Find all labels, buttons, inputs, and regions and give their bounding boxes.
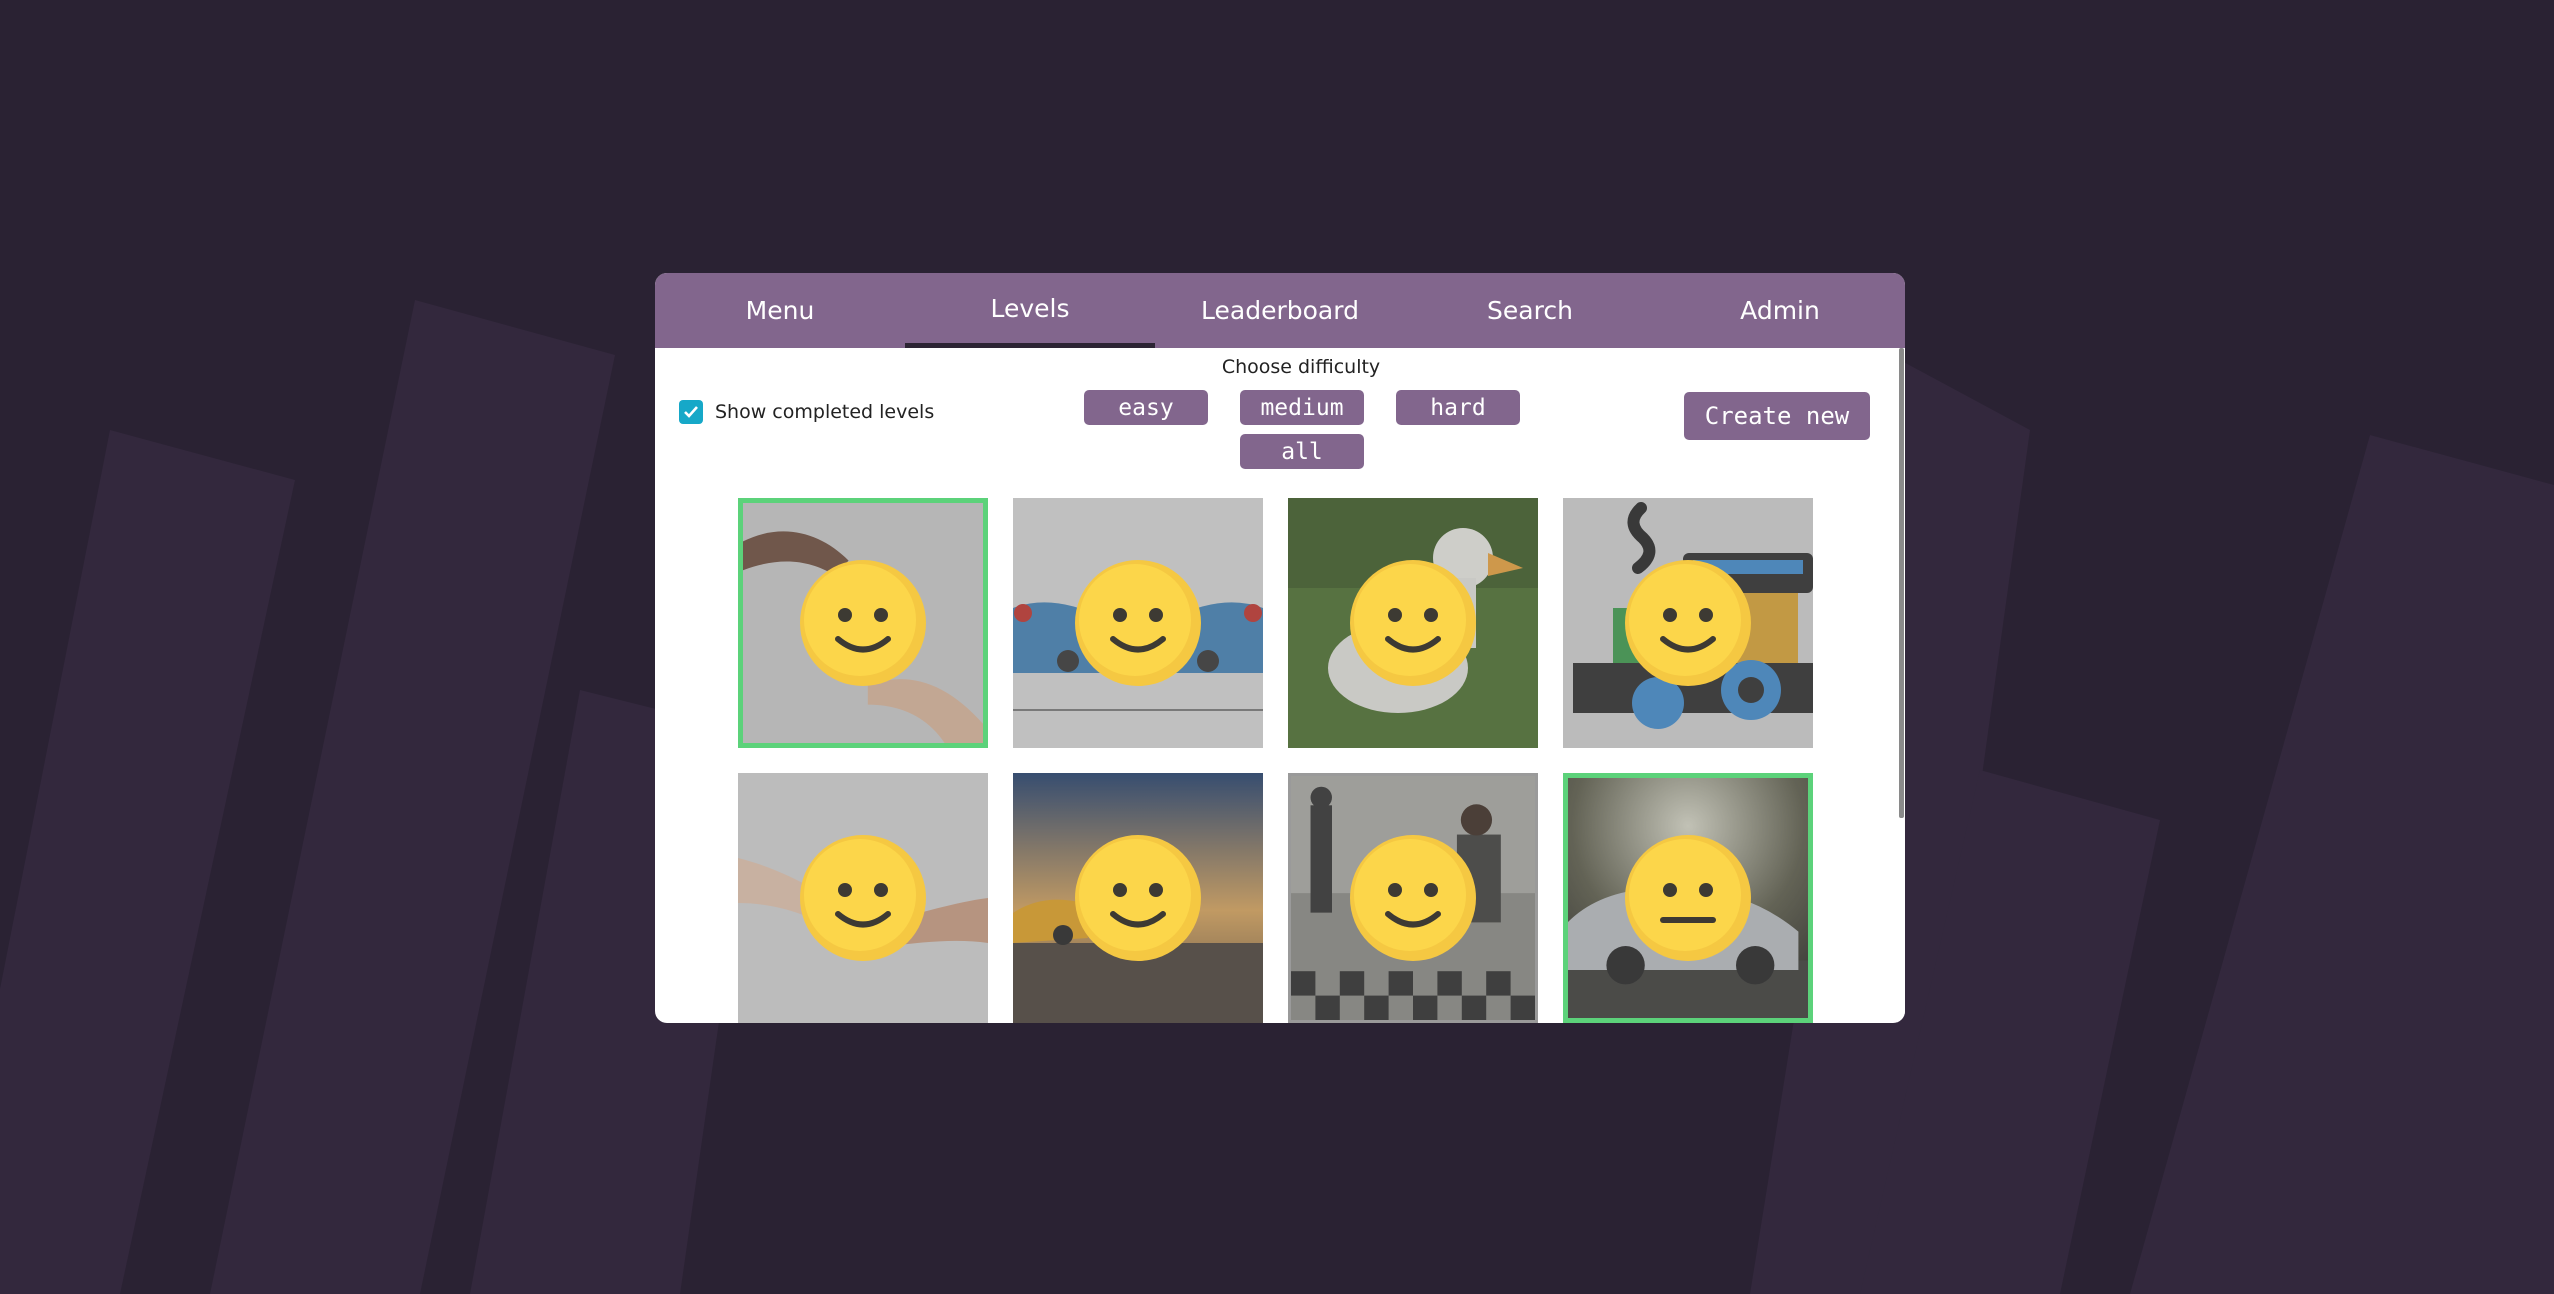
tab-label: Search [1487,296,1573,325]
difficulty-title: Choose difficulty [1221,356,1381,378]
difficulty-easy-button[interactable]: easy [1084,390,1208,425]
show-completed-checkbox[interactable] [679,400,703,424]
smile-face-icon [1625,560,1751,686]
smile-face-icon [800,560,926,686]
tab-label: Levels [990,294,1070,323]
tab-leaderboard[interactable]: Leaderboard [1155,273,1405,348]
difficulty-all-button[interactable]: all [1240,434,1364,469]
tab-bar: Menu Levels Leaderboard Search Admin [655,273,1905,348]
levels-panel: Menu Levels Leaderboard Search Admin Cho… [655,273,1905,1023]
level-card[interactable] [1288,773,1538,1023]
smile-face-icon [1350,560,1476,686]
level-card[interactable] [738,498,988,748]
level-card[interactable] [1563,773,1813,1023]
create-new-button[interactable]: Create new [1684,392,1870,440]
smile-face-icon [800,835,926,961]
content-scrollbar[interactable] [1897,348,1905,1023]
difficulty-medium-button[interactable]: medium [1240,390,1364,425]
level-card[interactable] [1013,498,1263,748]
smile-face-icon [1350,835,1476,961]
level-card[interactable] [738,773,988,1023]
smile-face-icon [1075,835,1201,961]
show-completed-toggle[interactable]: Show completed levels [679,400,934,424]
show-completed-label: Show completed levels [715,401,935,423]
scrollbar-thumb[interactable] [1899,348,1904,818]
neutral-face-icon [1625,835,1751,961]
difficulty-hard-button[interactable]: hard [1396,390,1520,425]
level-card[interactable] [1288,498,1538,748]
level-card[interactable] [1013,773,1263,1023]
levels-content: Choose difficulty Show completed levels … [655,348,1905,1023]
tab-admin[interactable]: Admin [1655,273,1905,348]
tab-label: Admin [1740,296,1820,325]
tab-levels[interactable]: Levels [905,273,1155,348]
level-card[interactable] [1563,498,1813,748]
checkmark-icon [684,406,698,418]
tab-label: Leaderboard [1201,296,1359,325]
tab-label: Menu [745,296,815,325]
smile-face-icon [1075,560,1201,686]
tab-menu[interactable]: Menu [655,273,905,348]
tab-search[interactable]: Search [1405,273,1655,348]
